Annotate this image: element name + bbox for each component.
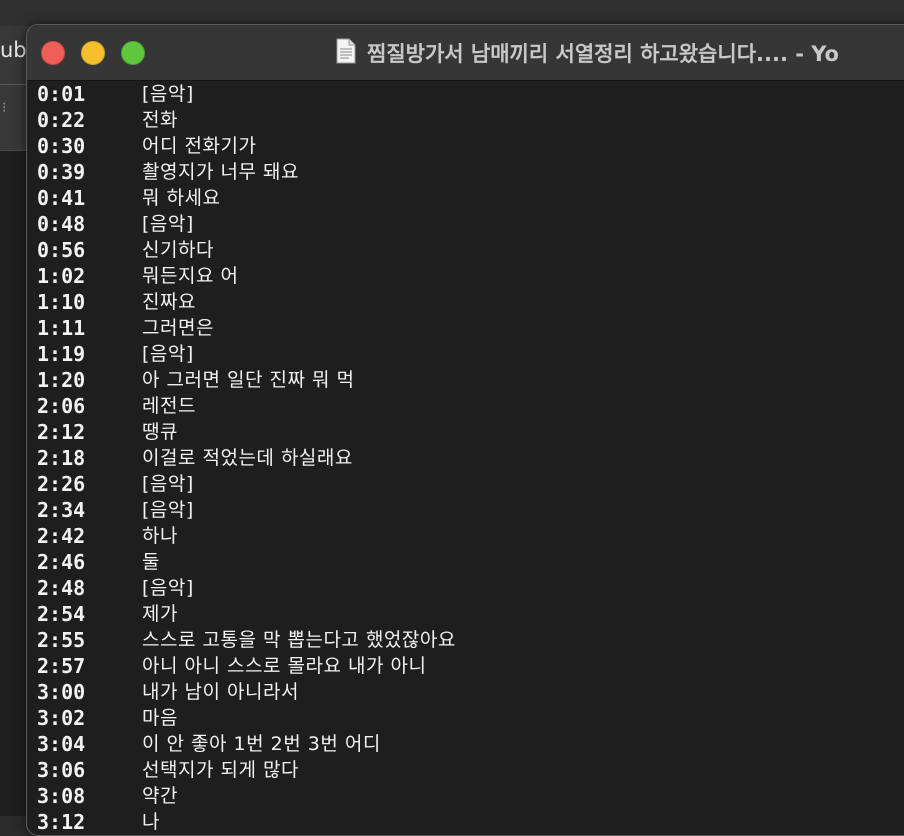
timestamp: 2:42: [37, 524, 86, 548]
timestamp: 1:20: [37, 368, 86, 392]
timestamp: 2:26: [37, 472, 86, 496]
timestamp: 2:06: [37, 394, 86, 418]
timestamp: 0:22: [37, 108, 86, 132]
caption-text: [음악]: [142, 83, 194, 105]
caption-text: [음악]: [142, 473, 194, 495]
caption-text: 이 안 좋아 1번 2번 3번 어디: [142, 733, 381, 755]
caption-text: 약간: [142, 785, 178, 807]
minimize-button[interactable]: [81, 41, 105, 65]
caption-text: 선택지가 되게 많다: [142, 759, 299, 781]
caption-text: 레전드: [142, 395, 196, 417]
caption-text: 둘: [142, 551, 160, 573]
caption-text: 아 그러면 일단 진짜 뭐 먹: [142, 369, 355, 391]
timestamp: 2:54: [37, 602, 86, 626]
caption-text: 이걸로 적었는데 하실래요: [142, 447, 353, 469]
timestamp: 1:10: [37, 290, 86, 314]
timestamp: 0:30: [37, 134, 86, 158]
background-glyph: ⁝: [2, 100, 7, 116]
timestamp: 2:55: [37, 628, 86, 652]
caption-text: 나: [142, 811, 160, 833]
caption-text: [음악]: [142, 343, 194, 365]
window-title: 찜질방가서 남매끼리 서열정리 하고왔습니다.... - Yo: [367, 42, 839, 66]
timestamp: 2:34: [37, 498, 86, 522]
timestamp: 3:04: [37, 732, 86, 756]
caption-text: 진짜요: [142, 291, 196, 313]
caption-text: [음악]: [142, 213, 194, 235]
timestamp: 3:08: [37, 784, 86, 808]
title-bar[interactable]: 찜질방가서 남매끼리 서열정리 하고왔습니다.... - Yo: [27, 25, 904, 81]
caption-text: 신기하다: [142, 239, 214, 261]
timestamp: 0:48: [37, 212, 86, 236]
background-menubar: [0, 0, 904, 26]
timestamp: 1:19: [37, 342, 86, 366]
caption-text: 촬영지가 너무 돼요: [142, 161, 299, 183]
transcript-window: 찜질방가서 남매끼리 서열정리 하고왔습니다.... - Yo 0:01 [음악]…: [26, 24, 904, 836]
close-button[interactable]: [41, 41, 65, 65]
caption-text: 뭐 하세요: [142, 187, 221, 209]
document-icon[interactable]: [335, 38, 357, 64]
timestamp: 3:06: [37, 758, 86, 782]
timestamp: 1:02: [37, 264, 86, 288]
timestamp: 2:48: [37, 576, 86, 600]
timestamp: 2:12: [37, 420, 86, 444]
caption-text: 스스로 고통을 막 뽑는다고 했었잖아요: [142, 629, 456, 651]
caption-text: 제가: [142, 603, 178, 625]
timestamp: 3:02: [37, 706, 86, 730]
background-window-title: ub: [0, 38, 27, 62]
timestamp: 3:00: [37, 680, 86, 704]
caption-text: 어디 전화기가: [142, 135, 257, 157]
timestamp: 2:57: [37, 654, 86, 678]
caption-text: 하나: [142, 525, 178, 547]
caption-text: 뭐든지요 어: [142, 265, 239, 287]
timestamp: 2:46: [37, 550, 86, 574]
caption-text: [음악]: [142, 577, 194, 599]
caption-text: [음악]: [142, 499, 194, 521]
timestamp: 3:12: [37, 810, 86, 834]
timestamp: 0:41: [37, 186, 86, 210]
timestamp: 1:11: [37, 316, 86, 340]
caption-text: 아니 아니 스스로 몰라요 내가 아니: [142, 655, 427, 677]
caption-text: 전화: [142, 109, 178, 131]
zoom-button[interactable]: [121, 41, 145, 65]
caption-text: 땡큐: [142, 421, 178, 443]
timestamp: 0:01: [37, 82, 86, 106]
timestamp: 0:39: [37, 160, 86, 184]
caption-text: 그러면은: [142, 317, 214, 339]
timestamp: 0:56: [37, 238, 86, 262]
timestamp: 2:18: [37, 446, 86, 470]
caption-text: 내가 남이 아니라서: [142, 681, 299, 703]
caption-text: 마음: [142, 707, 178, 729]
transcript-content[interactable]: 0:01 [음악] 0:22 전화 0:30 어디 전화기가 0:39 촬영지가 너무 돼요 0…: [27, 81, 904, 835]
